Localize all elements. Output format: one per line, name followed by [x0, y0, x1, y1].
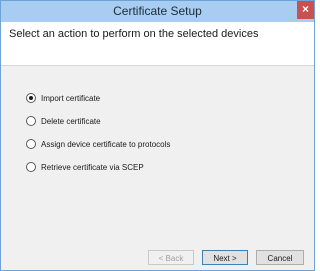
radio-button-icon[interactable] — [26, 93, 36, 103]
radio-button-icon[interactable] — [26, 139, 36, 149]
option-label: Assign device certificate to protocols — [41, 139, 171, 149]
window-title: Certificate Setup — [113, 4, 202, 18]
radio-button-icon[interactable] — [26, 116, 36, 126]
options-panel: Import certificate Delete certificate As… — [1, 66, 314, 270]
radio-button-icon[interactable] — [26, 162, 36, 172]
title-bar[interactable]: Certificate Setup × — [1, 1, 314, 22]
option-retrieve-scep[interactable]: Retrieve certificate via SCEP — [26, 160, 144, 174]
certificate-setup-dialog: Certificate Setup × Select an action to … — [0, 0, 315, 271]
option-label: Import certificate — [41, 93, 101, 103]
next-button[interactable]: Next > — [202, 250, 248, 265]
option-delete-certificate[interactable]: Delete certificate — [26, 114, 101, 128]
cancel-button[interactable]: Cancel — [256, 250, 304, 265]
back-button[interactable]: < Back — [148, 250, 194, 265]
option-label: Retrieve certificate via SCEP — [41, 162, 144, 172]
instruction-header: Select an action to perform on the selec… — [1, 22, 314, 66]
option-label: Delete certificate — [41, 116, 101, 126]
instruction-text: Select an action to perform on the selec… — [9, 28, 259, 40]
option-import-certificate[interactable]: Import certificate — [26, 91, 100, 105]
option-assign-certificate[interactable]: Assign device certificate to protocols — [26, 137, 170, 151]
close-button[interactable]: × — [297, 1, 314, 19]
